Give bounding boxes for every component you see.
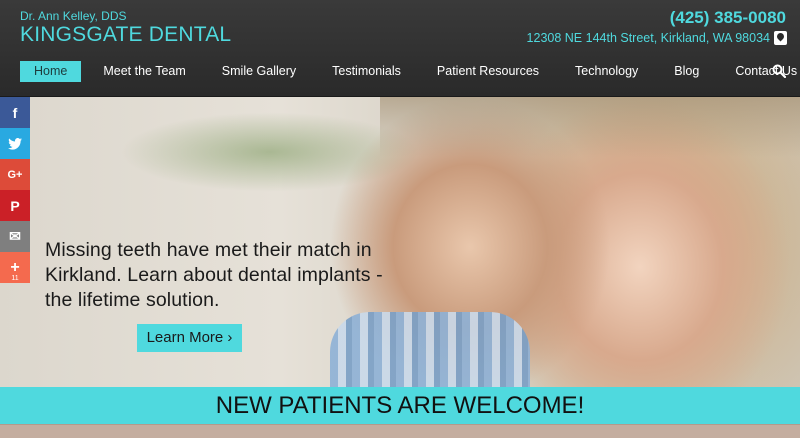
nav-testimonials[interactable]: Testimonials — [318, 61, 415, 82]
site-header: Dr. Ann Kelley, DDS KINGSGATE DENTAL (42… — [0, 0, 800, 97]
pinterest-icon[interactable]: P — [0, 190, 30, 221]
more-share-icon[interactable]: + 11 — [0, 252, 30, 283]
map-pin-icon[interactable] — [774, 31, 787, 45]
email-glyph: ✉ — [9, 228, 21, 244]
hero-background-grass — [120, 112, 420, 192]
nav-home[interactable]: Home — [20, 61, 82, 82]
practice-logo[interactable]: KINGSGATE DENTAL — [20, 23, 231, 47]
hero-hair-shading — [380, 97, 800, 157]
pinterest-glyph: P — [10, 197, 20, 214]
footer-strip — [0, 424, 800, 438]
nav-patient-resources[interactable]: Patient Resources — [423, 61, 553, 82]
nav-meet-the-team[interactable]: Meet the Team — [89, 61, 199, 82]
facebook-icon[interactable]: f — [0, 97, 30, 128]
address-link[interactable]: 12308 NE 144th Street, Kirkland, WA 9803… — [527, 31, 770, 45]
social-share-bar: f G+ P ✉ + 11 — [0, 97, 30, 283]
hero-headline: Missing teeth have met their match in Ki… — [45, 239, 383, 311]
new-patients-banner[interactable]: NEW PATIENTS ARE WELCOME! — [0, 387, 800, 424]
twitter-icon[interactable] — [0, 128, 30, 159]
facebook-glyph: f — [12, 104, 18, 121]
nav-contact-us[interactable]: Contact Us — [721, 61, 800, 82]
learn-more-button[interactable]: Learn More › — [137, 324, 242, 352]
doctor-name: Dr. Ann Kelley, DDS — [20, 9, 127, 23]
share-count: 11 — [11, 275, 19, 282]
email-icon[interactable]: ✉ — [0, 221, 30, 252]
nav-technology[interactable]: Technology — [561, 61, 652, 82]
phone-number[interactable]: (425) 385-0080 — [670, 8, 786, 28]
hero-banner: Missing teeth have met their match in Ki… — [0, 97, 800, 387]
nav-blog[interactable]: Blog — [660, 61, 713, 82]
main-nav: Home Meet the Team Smile Gallery Testimo… — [20, 61, 800, 82]
hero-shirt-pattern — [330, 312, 530, 387]
search-icon[interactable] — [772, 64, 786, 78]
nav-smile-gallery[interactable]: Smile Gallery — [208, 61, 310, 82]
google-plus-icon[interactable]: G+ — [0, 159, 30, 190]
google-plus-glyph: G+ — [7, 168, 23, 181]
more-share-glyph: + — [10, 258, 20, 276]
twitter-bird-icon — [8, 137, 22, 150]
